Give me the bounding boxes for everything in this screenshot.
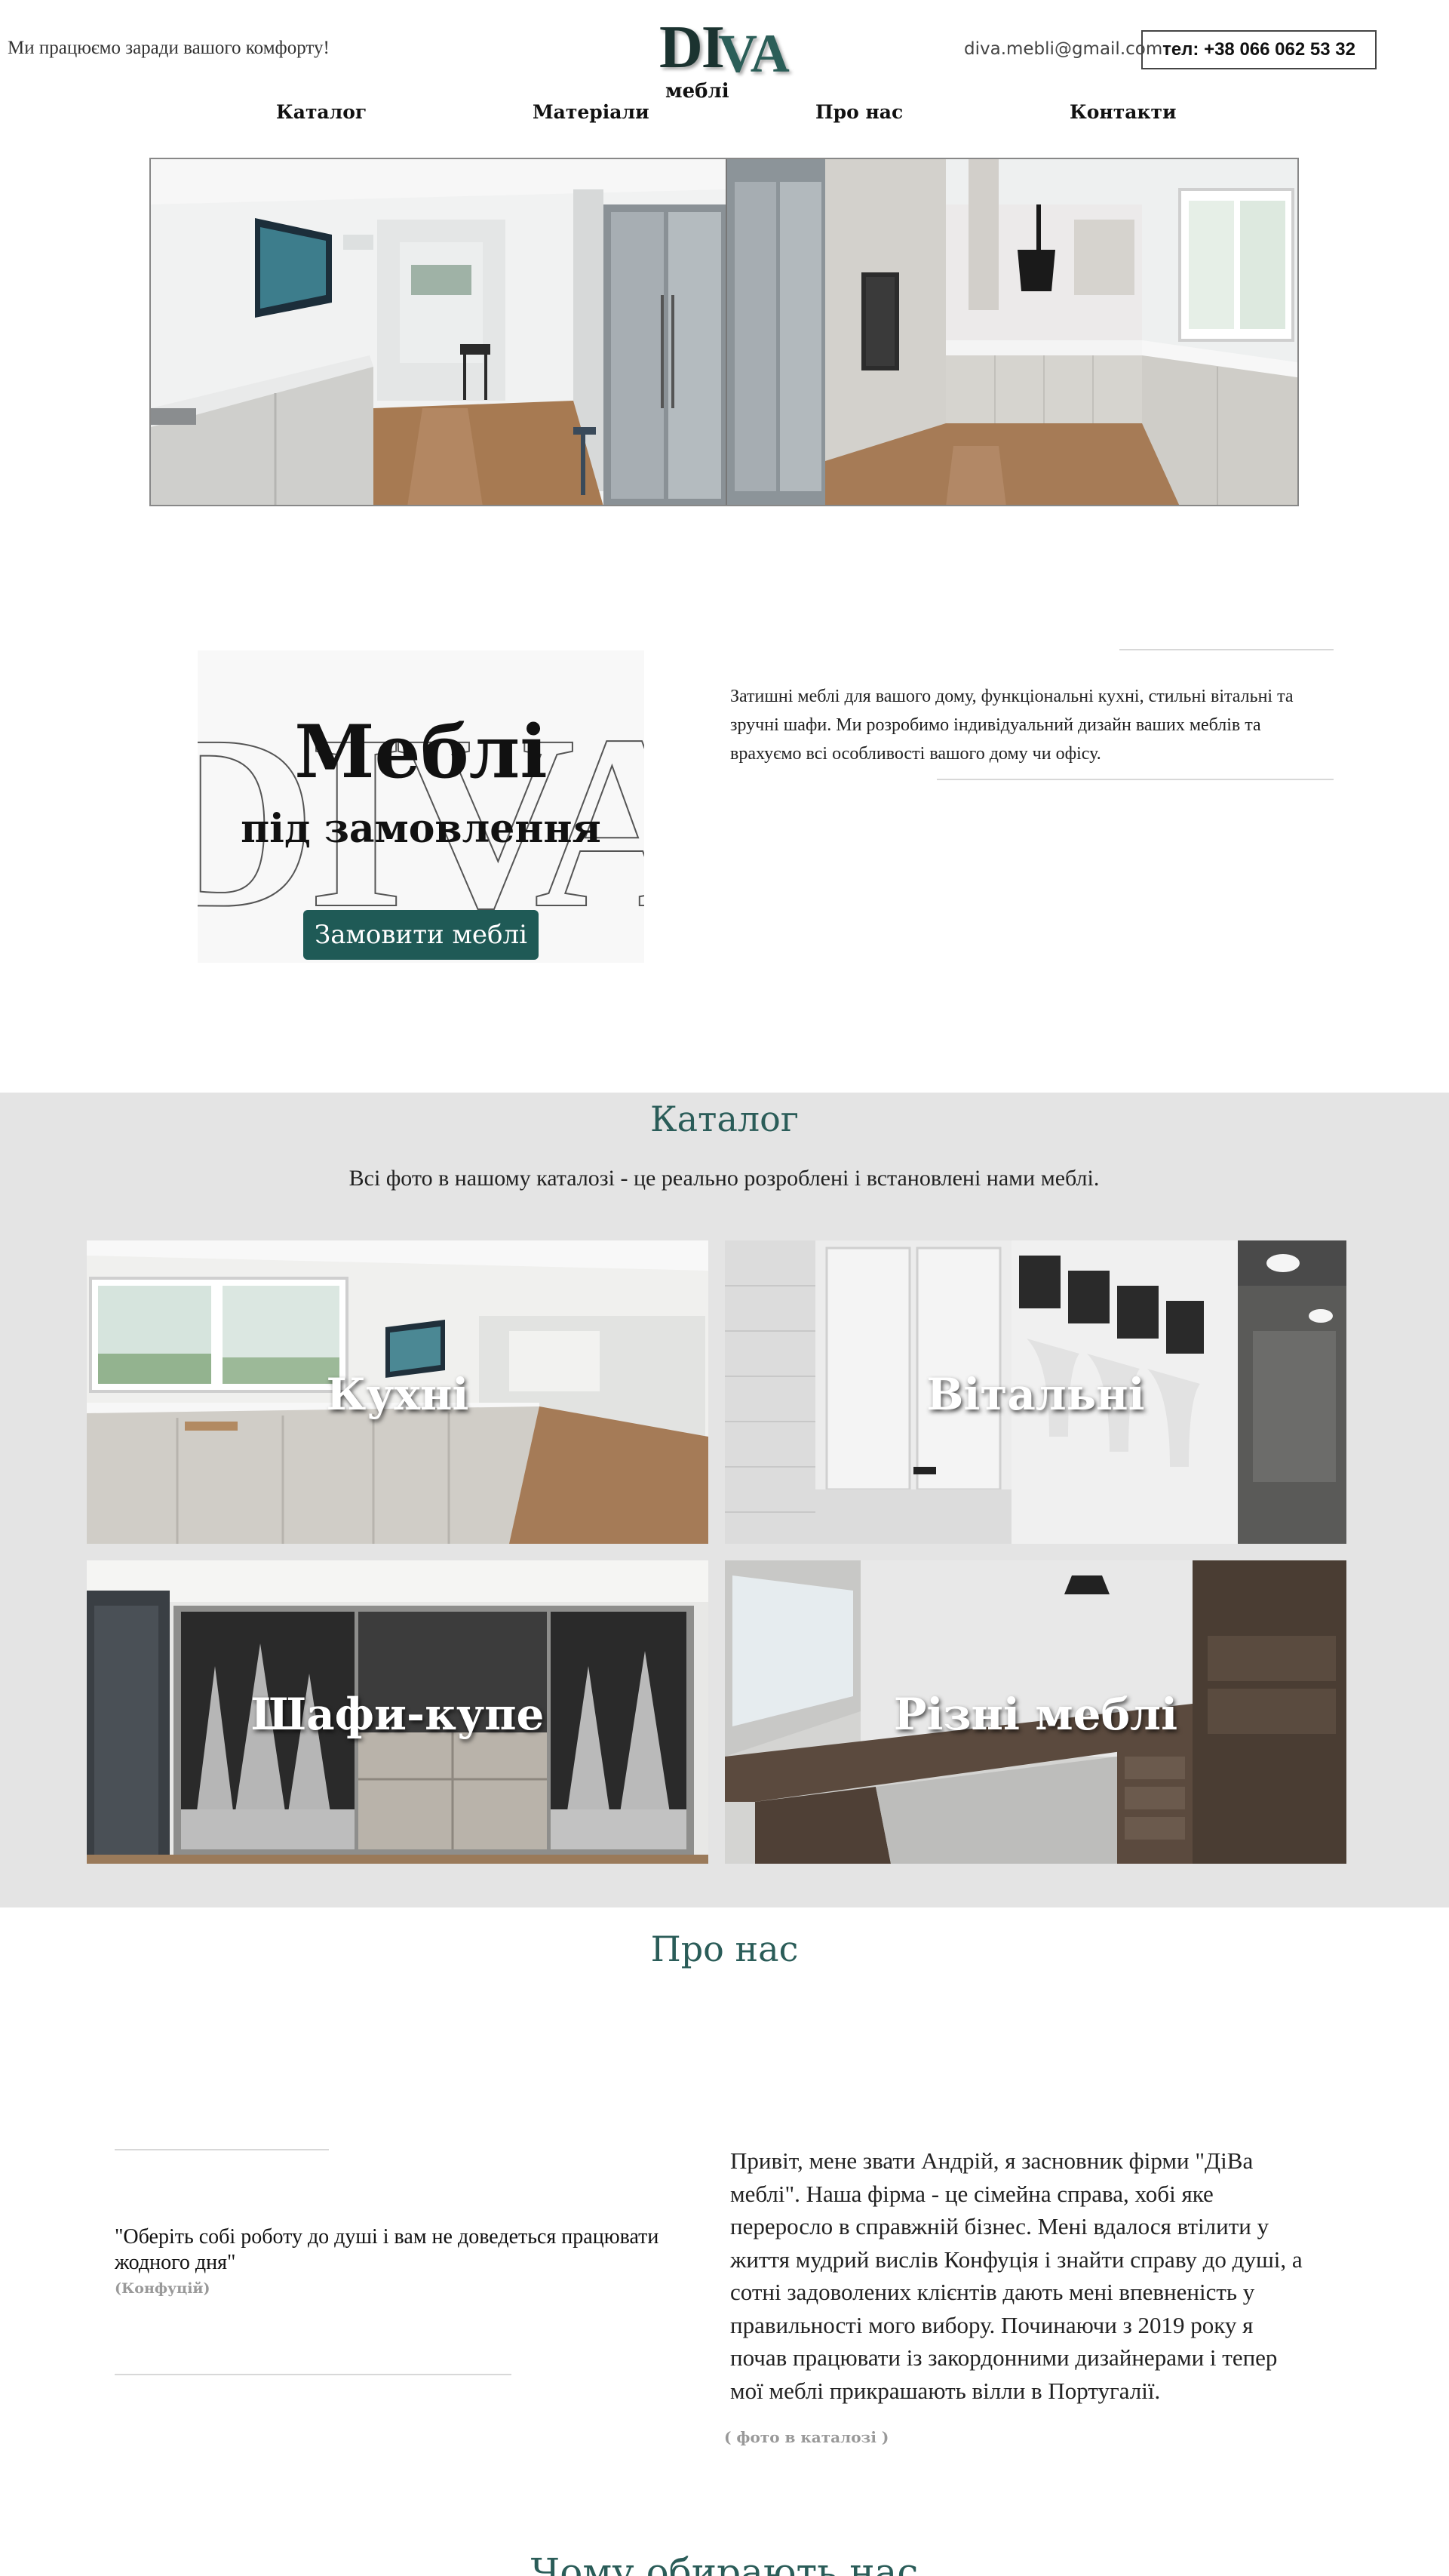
catalog-subtitle: Всі фото в нашому каталозі - це реально … — [348, 1166, 1100, 1191]
catalog-photo-link[interactable]: ( фото в каталозі ) — [724, 2428, 889, 2446]
catalog-tile-other-furniture-label: Різні меблі — [893, 1689, 1178, 1740]
hero-kitchen-photo-right — [726, 159, 1297, 505]
about-title: Про нас — [650, 1929, 799, 1969]
catalog-tile-other-furniture[interactable]: Різні меблі — [725, 1560, 1346, 1864]
phone-box[interactable]: тел: +38 066 062 53 32 — [1141, 30, 1377, 69]
catalog-tile-kitchens[interactable]: Кухні — [87, 1240, 708, 1544]
about-description: Привіт, мене звати Андрій, я засновник ф… — [730, 2147, 1303, 2404]
catalog-tile-kitchens-label: Кухні — [326, 1369, 469, 1420]
nav-item-materials[interactable]: Матеріали — [533, 101, 649, 123]
catalog-tile-living-rooms-label: Вітальні — [926, 1369, 1145, 1420]
header-tagline: Ми працюємо заради вашого комфорту! — [8, 38, 330, 58]
main-nav: Каталог Матеріали Про нас Контакти — [0, 97, 1449, 133]
promo-banner: DIVA Меблі під замовлення Замовити меблі — [198, 650, 644, 963]
catalog-tile-wardrobes-label: Шафи-купе — [250, 1689, 545, 1740]
promo-description: Затишні меблі для вашого дому, функціона… — [730, 687, 1294, 764]
quote-divider-top — [115, 2149, 329, 2150]
catalog-tile-wardrobes[interactable]: Шафи-купе — [87, 1560, 708, 1864]
logo-text-di: DI — [659, 14, 725, 81]
catalog-tile-living-rooms[interactable]: Вітальні — [725, 1240, 1346, 1544]
order-furniture-button[interactable]: Замовити меблі — [303, 910, 539, 960]
nav-item-about[interactable]: Про нас — [815, 101, 903, 123]
why-us-title: Чому обирають нас — [530, 2550, 919, 2576]
quote-divider-bottom — [115, 2374, 511, 2375]
catalog-title: Каталог — [650, 1099, 799, 1139]
about-quote-author: (Конфуцій) — [115, 2280, 210, 2297]
nav-item-contacts[interactable]: Контакти — [1070, 101, 1177, 123]
promo-subtitle: під замовлення — [241, 806, 601, 852]
promo-title: Меблі — [294, 709, 548, 795]
hero-banner — [149, 158, 1299, 506]
email-link[interactable]: diva.mebli@gmail.com — [964, 39, 1162, 59]
promo-divider-top — [1119, 649, 1334, 650]
catalog-section: Каталог Всі фото в нашому каталозі - це … — [0, 1093, 1449, 1907]
hero-kitchen-photo-left — [151, 159, 726, 505]
promo-divider-bottom — [937, 779, 1334, 780]
about-quote: "Оберіть собі роботу до душі і вам не до… — [115, 2225, 659, 2274]
logo-text-va: VA — [718, 23, 790, 84]
nav-item-catalog[interactable]: Каталог — [276, 101, 367, 123]
